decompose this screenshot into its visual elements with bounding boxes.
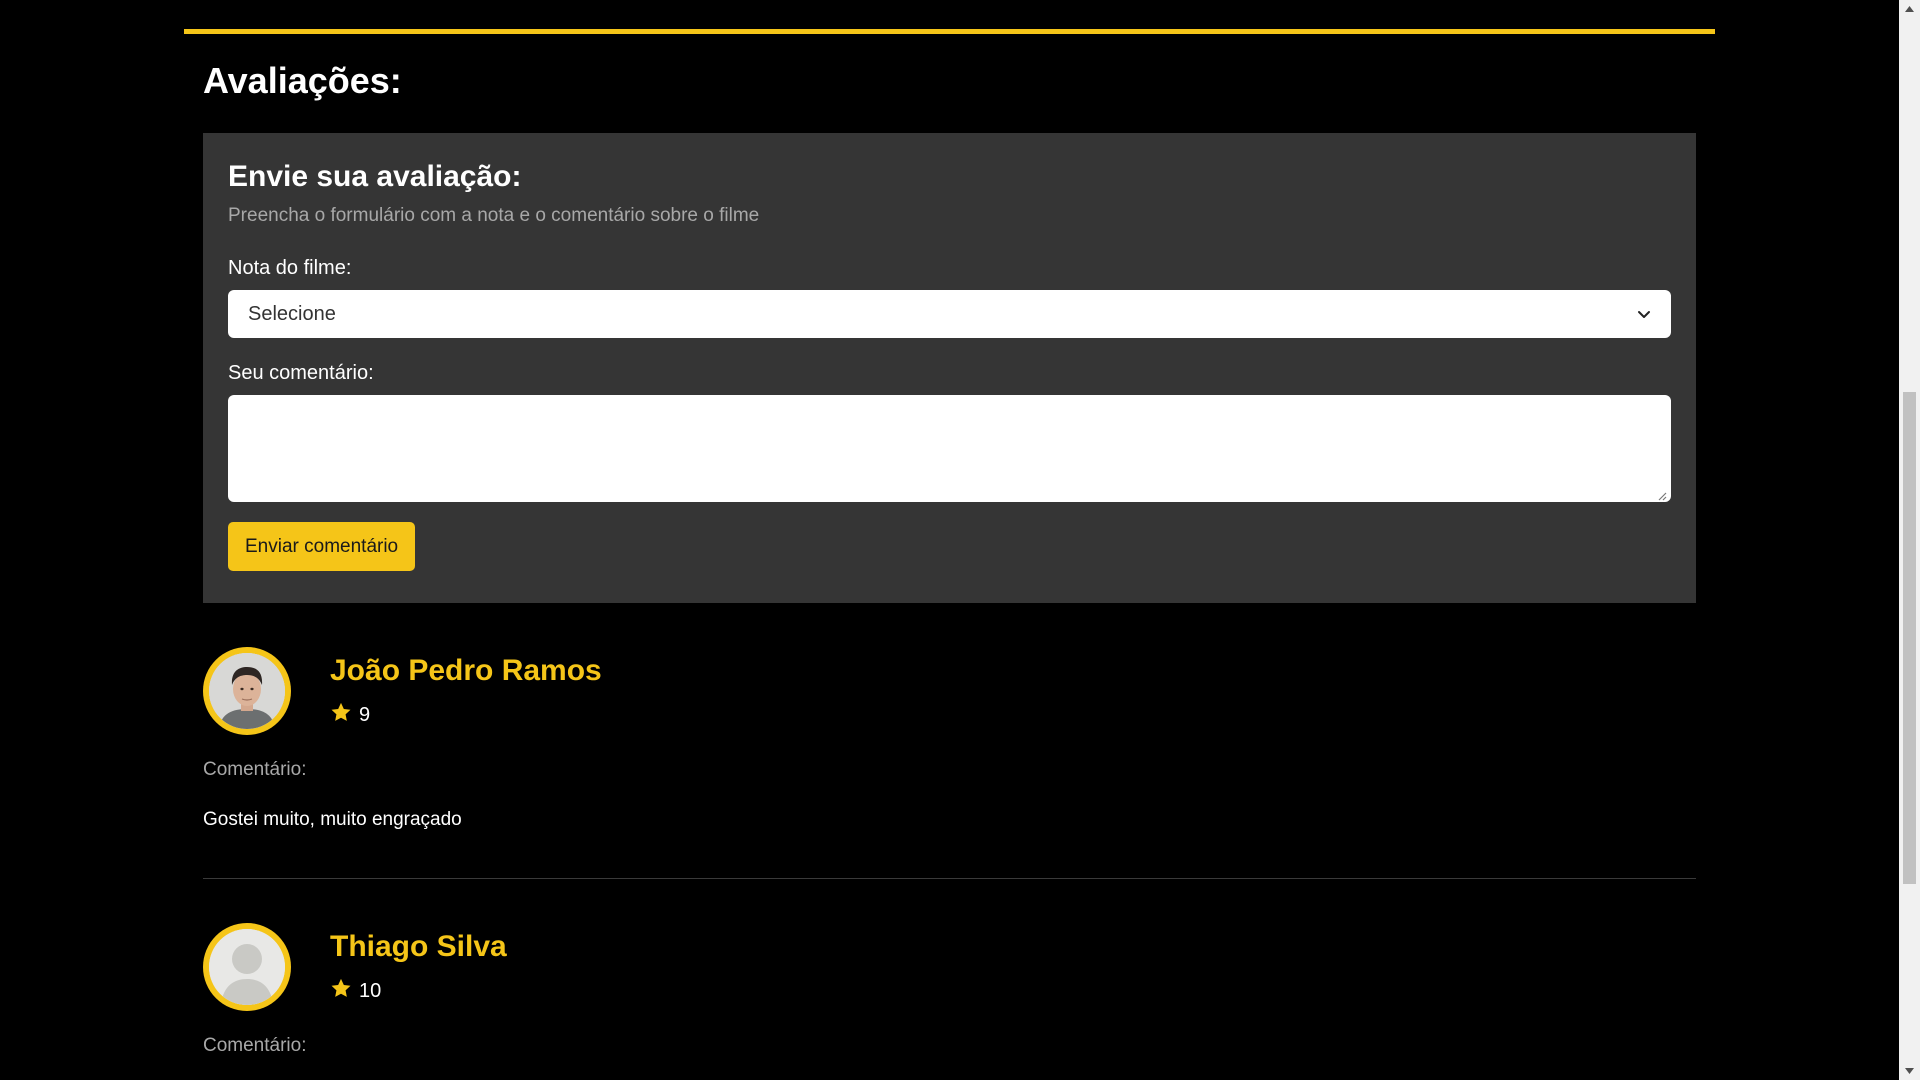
- rating-value: 9: [359, 704, 371, 726]
- resize-handle-icon[interactable]: [1657, 488, 1667, 501]
- accent-divider: [184, 29, 1715, 34]
- form-title: Envie sua avaliação:: [228, 160, 522, 193]
- review-item: Thiago Silva 10 Comentário:: [203, 923, 1696, 1080]
- arrow-up-icon[interactable]: [1899, 0, 1920, 18]
- star-icon: [330, 702, 352, 729]
- rating-label: Nota do filme:: [228, 257, 352, 279]
- review-item: João Pedro Ramos 9 Comentário: Gostei mu…: [203, 647, 1696, 847]
- comment-heading: Comentário:: [203, 759, 307, 780]
- review-form-card: Envie sua avaliação: Preencha o formulár…: [203, 133, 1696, 603]
- comment-heading: Comentário:: [203, 1035, 307, 1056]
- star-icon: [330, 978, 352, 1005]
- default-user-icon: [209, 929, 285, 1005]
- submit-comment-button[interactable]: Enviar comentário: [228, 522, 416, 571]
- page-viewport: Avaliações: Envie sua avaliação: Preench…: [0, 0, 1899, 1080]
- arrow-down-icon[interactable]: [1899, 1062, 1920, 1080]
- scrollbar-thumb[interactable]: [1903, 392, 1916, 884]
- reviewer-name: Thiago Silva: [330, 930, 507, 963]
- reviewer-name: João Pedro Ramos: [330, 654, 602, 687]
- rating-value: 10: [359, 980, 382, 1002]
- rating-select[interactable]: Selecione: [228, 290, 1671, 338]
- avatar: [203, 923, 291, 1011]
- chevron-down-icon: [1637, 307, 1651, 321]
- user-photo: [209, 653, 285, 729]
- review-rating: 9: [330, 702, 370, 729]
- comment-text: Gostei muito, muito engraçado: [203, 809, 462, 830]
- avatar: [203, 647, 291, 735]
- review-rating: 10: [330, 978, 381, 1005]
- review-divider: [203, 878, 1696, 879]
- comment-textarea[interactable]: [228, 395, 1671, 502]
- reviews-section-title: Avaliações:: [203, 60, 402, 101]
- comment-label: Seu comentário:: [228, 362, 374, 384]
- form-subtitle: Preencha o formulário com a nota e o com…: [228, 205, 760, 226]
- vertical-scrollbar[interactable]: [1899, 0, 1920, 1080]
- rating-select-value: Selecione: [248, 302, 336, 325]
